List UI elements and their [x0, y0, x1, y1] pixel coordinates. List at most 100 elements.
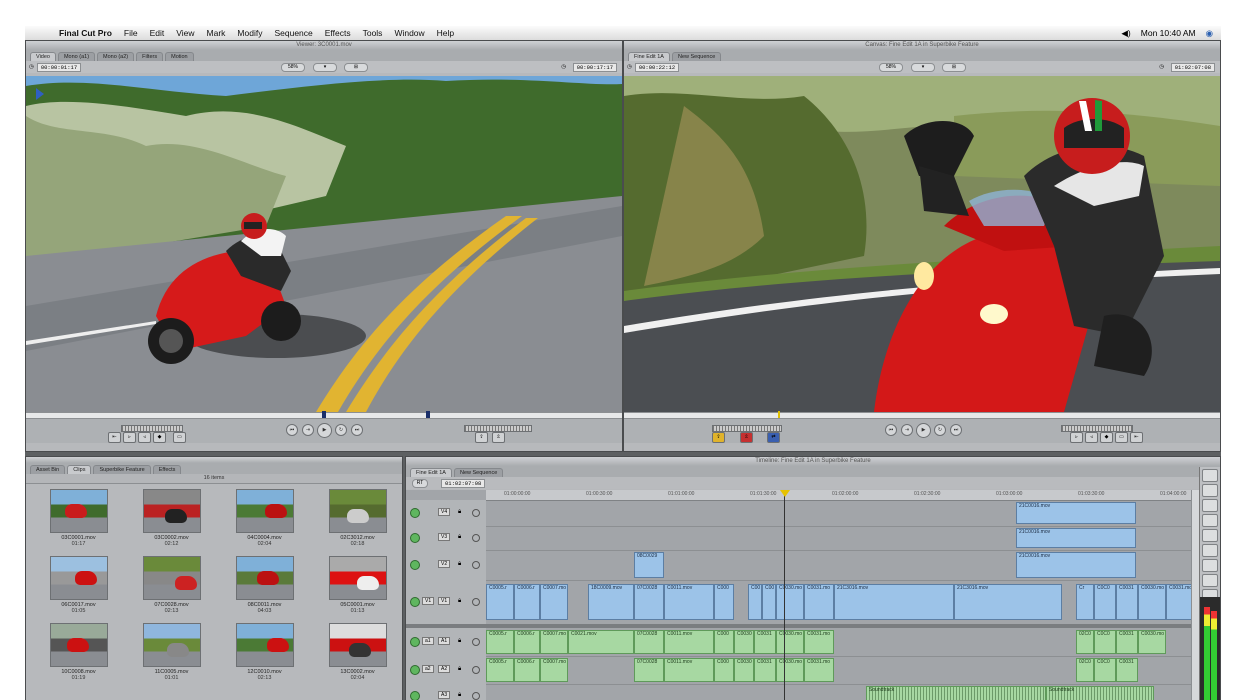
- audio-clip[interactable]: C0C0: [1094, 630, 1116, 654]
- track-visibility-icon[interactable]: [410, 597, 420, 607]
- tab-motion[interactable]: Motion: [165, 52, 194, 61]
- clip-item[interactable]: 06C0017.mov 01:05: [32, 556, 125, 614]
- rt-popup[interactable]: RT: [412, 479, 428, 488]
- track-target-icon[interactable]: [472, 666, 480, 674]
- track-label[interactable]: V2: [438, 560, 451, 568]
- video-clip[interactable]: 21C0016.mov: [1016, 502, 1136, 524]
- track-label[interactable]: V3: [438, 533, 451, 541]
- viewer-prev-edit-button[interactable]: ⏮: [286, 424, 298, 436]
- video-clip[interactable]: 21C0016.mov: [1016, 528, 1136, 548]
- clip-thumbnail[interactable]: [235, 623, 294, 667]
- viewer-clip-button[interactable]: ▭: [173, 432, 186, 443]
- canvas-jog-wheel[interactable]: [1061, 425, 1133, 432]
- clip-item[interactable]: 08C0011.mov 04:03: [218, 556, 311, 614]
- track-lock-icon[interactable]: 🔒︎: [458, 509, 461, 516]
- clip-thumbnail[interactable]: [235, 489, 294, 533]
- viewer-jog-wheel[interactable]: [464, 425, 532, 432]
- viewer-mark-out-button[interactable]: ◃: [138, 432, 151, 443]
- viewer-mark-in-button[interactable]: ▹: [123, 432, 136, 443]
- clip-item[interactable]: 03C0001.mov 01:17: [32, 489, 125, 547]
- canvas-duration-timecode[interactable]: 00:00:22:12: [634, 62, 680, 72]
- audio-clip[interactable]: Soundtrack: [1046, 686, 1154, 700]
- viewer-current-timecode[interactable]: 00:00:17:17: [572, 62, 617, 72]
- audio-clip[interactable]: 02C0: [1076, 630, 1094, 654]
- clip-item[interactable]: 02C3012.mov 02:18: [311, 489, 402, 547]
- clip-thumbnail[interactable]: [49, 623, 108, 667]
- audio-clip[interactable]: C0030.mo: [1138, 630, 1166, 654]
- source-track-label[interactable]: a2: [422, 665, 434, 673]
- audio-clip[interactable]: 07C0028: [634, 658, 664, 682]
- menu-effects[interactable]: Effects: [319, 28, 357, 38]
- tab-effects[interactable]: Effects: [152, 465, 182, 474]
- audio-clip[interactable]: C0030.mo: [776, 630, 804, 654]
- video-clip[interactable]: C00: [762, 584, 776, 620]
- viewer-overlay-popup[interactable]: ⊞: [344, 63, 368, 72]
- video-track-header[interactable]: V3 🔒︎: [406, 526, 486, 551]
- video-clip[interactable]: C0005.r: [486, 584, 514, 620]
- source-track-label[interactable]: V1: [422, 597, 435, 605]
- canvas-scrubber-bar[interactable]: [624, 412, 1220, 419]
- video-clip[interactable]: Cr: [1076, 584, 1094, 620]
- audio-clip[interactable]: C0031: [1116, 630, 1138, 654]
- canvas-play-button[interactable]: ▶: [916, 423, 931, 438]
- app-menu[interactable]: Final Cut Pro: [53, 28, 118, 38]
- audio-clip[interactable]: C0005.r: [486, 658, 514, 682]
- tab-timeline-new-sequence[interactable]: New Sequence: [453, 468, 504, 477]
- track-lock-icon[interactable]: 🔒︎: [458, 561, 461, 568]
- video-clip[interactable]: 18C0009.mov: [588, 584, 634, 620]
- clip-item[interactable]: 10C0008.mov 01:19: [32, 623, 125, 681]
- audio-clip[interactable]: C0011.mov: [664, 630, 714, 654]
- audio-clip[interactable]: C000: [714, 658, 734, 682]
- video-track-lane[interactable]: 08C0029 21C0016.mov: [486, 550, 1192, 581]
- clip-thumbnail[interactable]: [328, 489, 387, 533]
- viewer-next-edit-button[interactable]: ⏭: [351, 424, 363, 436]
- track-label[interactable]: V1: [438, 597, 451, 605]
- video-track-header[interactable]: V1 V1 🔒︎: [406, 580, 486, 625]
- audio-clip[interactable]: C0031: [1116, 658, 1138, 682]
- video-clip[interactable]: C00: [748, 584, 762, 620]
- clip-thumbnail[interactable]: [142, 489, 201, 533]
- clip-thumbnail[interactable]: [235, 556, 294, 600]
- viewer-in-marker[interactable]: [322, 411, 326, 418]
- canvas-mark-in-button[interactable]: ▹: [1070, 432, 1083, 443]
- canvas-mark-out-button[interactable]: ◃: [1085, 432, 1098, 443]
- video-clip[interactable]: 21C3016.mov: [834, 584, 954, 620]
- menu-file[interactable]: File: [118, 28, 144, 38]
- tab-clips[interactable]: Clips: [67, 465, 92, 474]
- canvas-overlay-popup[interactable]: ⊞: [942, 63, 966, 72]
- video-clip[interactable]: C0006.r: [514, 584, 540, 620]
- video-clip[interactable]: C0011.mov: [664, 584, 714, 620]
- menu-edit[interactable]: Edit: [144, 28, 171, 38]
- video-clip[interactable]: 21C0016.mov: [1016, 552, 1136, 578]
- zoom-tool-icon[interactable]: [1202, 559, 1218, 572]
- track-label[interactable]: A2: [438, 665, 451, 673]
- tab-mono-a1[interactable]: Mono (a1): [57, 52, 96, 61]
- canvas-play-in-out-button[interactable]: ⇥: [901, 424, 913, 436]
- canvas-replace-button[interactable]: ⇄: [767, 432, 780, 443]
- clip-thumbnail[interactable]: [328, 623, 387, 667]
- video-clip[interactable]: C0030.mo: [776, 584, 804, 620]
- audio-clip[interactable]: 02C0: [1076, 658, 1094, 682]
- audio-clip[interactable]: C0006.r: [514, 630, 540, 654]
- canvas-insert-button[interactable]: ⇪: [712, 432, 725, 443]
- clip-thumbnail[interactable]: [142, 556, 201, 600]
- viewer-duration-timecode[interactable]: 00:00:01:17: [36, 62, 82, 72]
- audio-clip[interactable]: C0030: [734, 658, 754, 682]
- audio-clip[interactable]: C0007.mo: [540, 630, 568, 654]
- track-target-icon[interactable]: [472, 638, 480, 646]
- track-target-icon[interactable]: [472, 534, 480, 542]
- track-visibility-icon[interactable]: [410, 508, 420, 518]
- video-clip[interactable]: C0C0: [1094, 584, 1116, 620]
- menu-window[interactable]: Window: [388, 28, 430, 38]
- track-lock-icon[interactable]: 🔒︎: [458, 598, 461, 605]
- tab-new-sequence[interactable]: New Sequence: [671, 52, 722, 61]
- clip-thumbnail[interactable]: [328, 556, 387, 600]
- clip-thumbnail[interactable]: [49, 489, 108, 533]
- canvas-prev-edit-button[interactable]: ⏮: [885, 424, 897, 436]
- tab-video[interactable]: Video: [30, 52, 56, 61]
- audio-clip[interactable]: C0005.r: [486, 630, 514, 654]
- clip-item[interactable]: 12C0010.mov 02:13: [218, 623, 311, 681]
- track-label[interactable]: V4: [438, 508, 451, 516]
- clip-thumbnail[interactable]: [142, 623, 201, 667]
- video-clip[interactable]: 08C0029: [634, 552, 664, 578]
